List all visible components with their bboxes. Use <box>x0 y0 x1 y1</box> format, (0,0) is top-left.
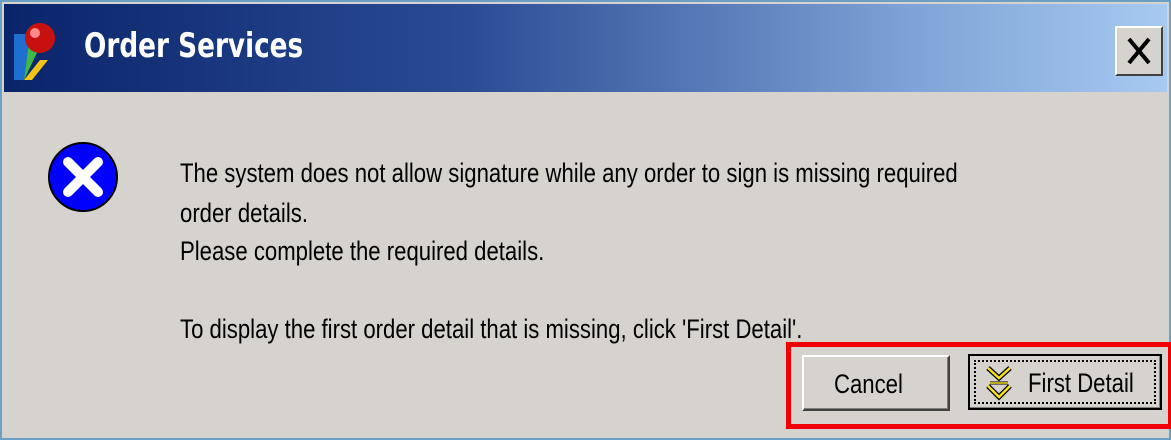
app-pin-icon <box>10 20 66 82</box>
title-bar[interactable]: Order Services <box>4 4 1167 92</box>
message-line-2: order details. <box>180 198 308 228</box>
dialog-window: Order Services The system does not allow… <box>0 0 1171 440</box>
message-line-3: Please complete the required details. <box>180 236 545 266</box>
red-highlight-box <box>786 342 1171 429</box>
error-icon <box>46 140 120 214</box>
window-title: Order Services <box>84 26 304 66</box>
message-line-4: To display the first order detail that i… <box>180 314 803 344</box>
close-button[interactable] <box>1115 26 1163 76</box>
message-line-1: The system does not allow signature whil… <box>180 158 958 188</box>
